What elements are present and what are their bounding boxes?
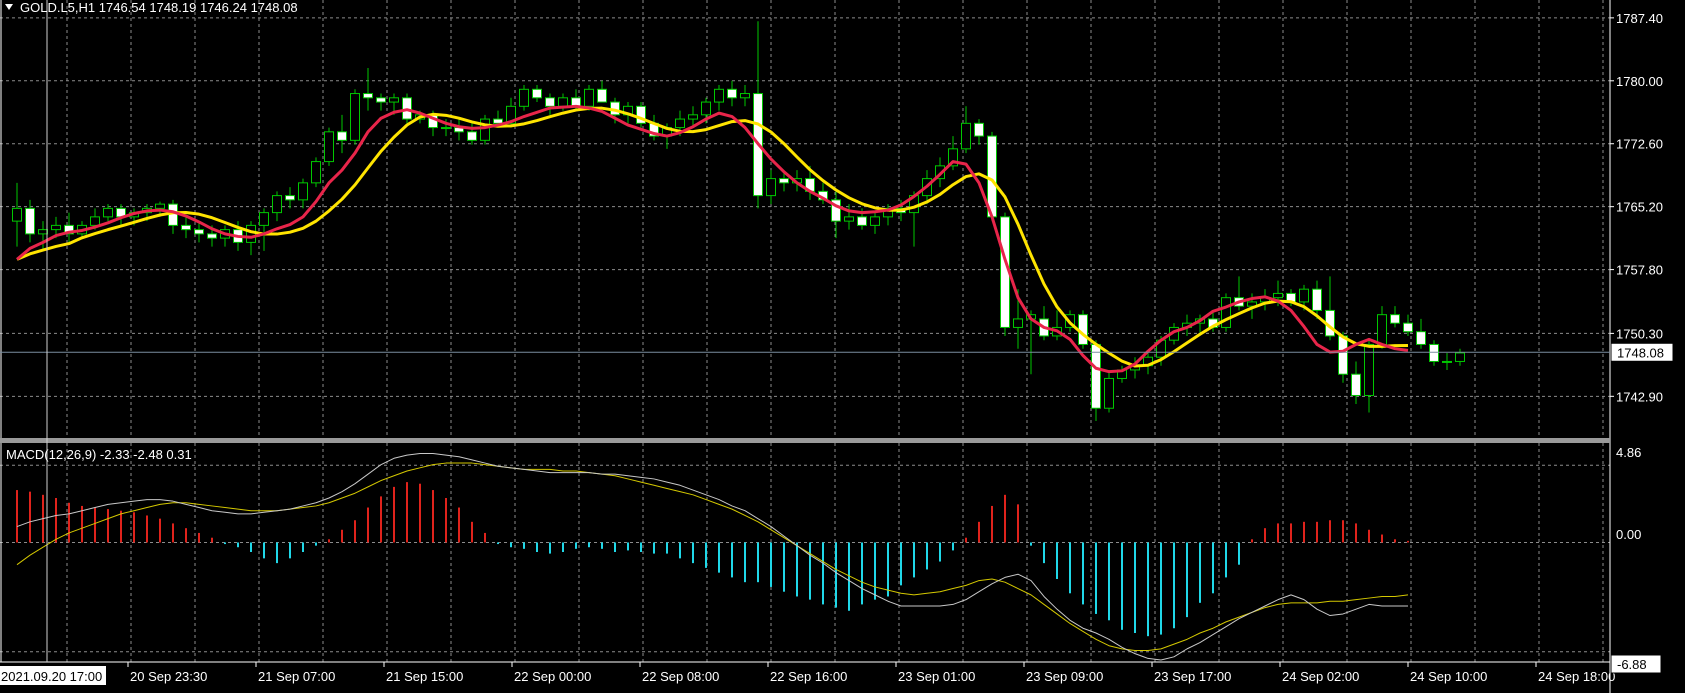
candle-body <box>207 233 217 239</box>
panel-separator[interactable] <box>0 438 1610 443</box>
candle-body <box>1338 335 1348 375</box>
candle-body <box>870 216 880 226</box>
time-tick-label: 23 Sep 17:00 <box>1154 669 1231 684</box>
time-tick-label: 2021.09.20 17:00 <box>1 669 102 684</box>
candle-body <box>545 97 555 107</box>
price-tick-label: 1750.30 <box>1616 326 1663 341</box>
candle-body <box>532 88 542 99</box>
candle-body <box>337 131 347 141</box>
candle-body <box>1221 297 1231 328</box>
candle-body <box>974 122 984 137</box>
price-tick-label: 1757.80 <box>1616 263 1663 278</box>
candle-body <box>1299 288 1309 303</box>
candle-body <box>1390 314 1400 324</box>
candle-body <box>272 195 282 214</box>
candle-body <box>376 97 386 103</box>
candle-body <box>194 229 204 235</box>
candle-body <box>857 216 867 226</box>
candle-body <box>12 207 22 222</box>
candle-body <box>1351 373 1361 396</box>
candle-body <box>519 88 529 107</box>
candle-body <box>259 212 269 226</box>
candle-body <box>1455 352 1465 362</box>
price-tick-label: 1780.00 <box>1616 74 1663 89</box>
candle-body <box>467 131 477 141</box>
candle-body <box>597 88 607 103</box>
candle-body <box>766 178 776 197</box>
candle-body <box>51 224 61 231</box>
time-tick-label: 22 Sep 00:00 <box>514 669 591 684</box>
candle-body <box>779 178 789 184</box>
candle-body <box>740 93 750 99</box>
candle-body <box>714 88 724 103</box>
time-tick-label: 20 Sep 23:30 <box>130 669 207 684</box>
candle-body <box>25 207 35 235</box>
candle-body <box>701 101 711 116</box>
price-tick-label: 1742.90 <box>1616 389 1663 404</box>
time-tick-label: 21 Sep 07:00 <box>258 669 335 684</box>
candle-body <box>558 97 568 107</box>
trading-chart-window: 1787.40 1780.00 1772.60 1765.20 1757.80 1750.… <box>0 0 1685 693</box>
candle-body <box>675 118 685 129</box>
candle-body <box>246 224 256 243</box>
time-tick-label: 21 Sep 15:00 <box>386 669 463 684</box>
time-tick-label: 23 Sep 09:00 <box>1026 669 1103 684</box>
candle-body <box>1429 343 1439 362</box>
candle-body <box>1078 314 1088 345</box>
candle-body <box>1273 292 1283 299</box>
candle-body <box>311 161 321 184</box>
candle-body <box>90 216 100 226</box>
candle-body <box>688 114 698 120</box>
candle-body <box>584 88 594 107</box>
candle-body <box>961 122 971 150</box>
macd-label: MACD(12,26,9) -2.33 -2.48 0.31 <box>6 447 192 462</box>
candle-body <box>1377 314 1387 345</box>
macd-bottom-value: -6.88 <box>1617 657 1647 672</box>
time-tick-label: 24 Sep 10:00 <box>1410 669 1487 684</box>
candle-body <box>38 229 48 235</box>
time-tick-label: 22 Sep 16:00 <box>770 669 847 684</box>
candle-body <box>480 118 490 141</box>
candle-body <box>1104 377 1114 409</box>
candle-body <box>181 224 191 231</box>
candle-body <box>441 127 451 130</box>
candle-body <box>1442 360 1452 363</box>
candle-body <box>1416 331 1426 345</box>
macd-zero-value: 0.00 <box>1616 527 1641 542</box>
candle-body <box>298 182 308 201</box>
candle-body <box>727 88 737 99</box>
candle-body <box>155 203 165 209</box>
candle-body <box>285 195 295 201</box>
candle-body <box>389 97 399 103</box>
candle-body <box>350 93 360 141</box>
candle-body <box>1013 318 1023 328</box>
time-tick-label: 24 Sep 18:00 <box>1538 669 1615 684</box>
time-tick-label: 23 Sep 01:00 <box>898 669 975 684</box>
candle-body <box>103 207 113 218</box>
candle-body <box>1312 288 1322 311</box>
price-tick-label: 1772.60 <box>1616 137 1663 152</box>
symbol-header: GOLD.L5,H1 1746.54 1748.19 1746.24 1748.… <box>20 0 298 15</box>
price-tick-label: 1787.40 <box>1616 11 1663 26</box>
candle-body <box>844 216 854 222</box>
candle-body <box>1091 343 1101 409</box>
price-tick-label: 1765.20 <box>1616 200 1663 215</box>
chart-canvas: 1787.40 1780.00 1772.60 1765.20 1757.80 1750.… <box>0 0 1685 693</box>
candle-body <box>363 93 373 99</box>
macd-top-value: 4.86 <box>1616 445 1641 460</box>
candle-body <box>1403 322 1413 333</box>
last-price-value: 1748.08 <box>1617 345 1664 360</box>
time-tick-label: 22 Sep 08:00 <box>642 669 719 684</box>
candle-body <box>324 131 334 163</box>
time-tick-label: 24 Sep 02:00 <box>1282 669 1359 684</box>
